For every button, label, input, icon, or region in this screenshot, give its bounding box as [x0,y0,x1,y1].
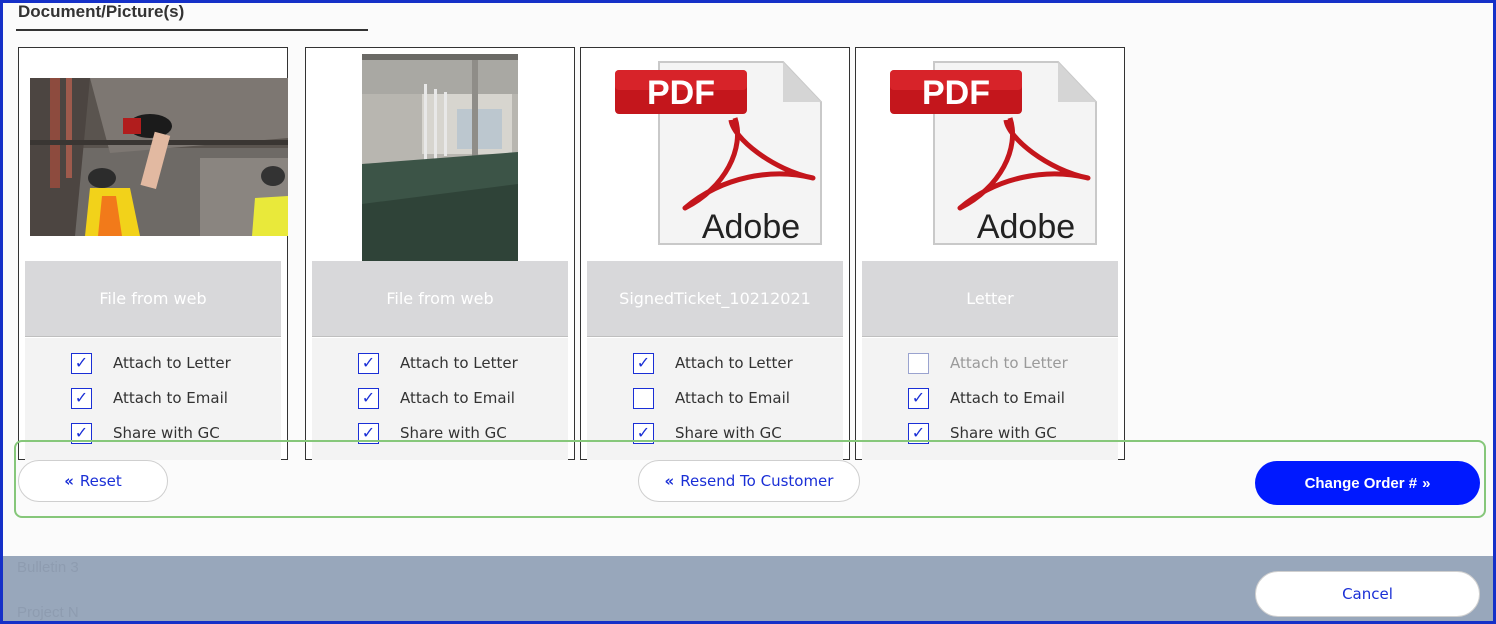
workers-photo-image [30,78,288,236]
reset-button[interactable]: « Reset [18,460,168,502]
pdf-label: PDF [922,74,990,112]
share-with-gc-checkbox[interactable]: ✓ [71,422,92,444]
attachment-options: ✓ Attach to Letter ✓ Attach to Email ✓ S… [312,338,568,460]
attach-to-email-checkbox[interactable]: ✓ [71,387,92,409]
share-with-gc-option[interactable]: ✓ Share with GC [908,422,1057,444]
attachment-caption: File from web [312,261,568,337]
resend-to-customer-button[interactable]: « Resend To Customer [638,460,860,502]
attach-to-email-label: Attach to Email [950,389,1065,407]
attachment-options: Attach to Letter ✓ Attach to Email ✓ Sha… [862,338,1118,460]
photo-thumbnail[interactable] [30,78,288,236]
attach-to-email-option[interactable]: ✓ Attach to Email [908,387,1065,409]
photo-thumbnail[interactable] [362,54,518,261]
double-chevron-left-icon: « [664,472,675,490]
attachment-card[interactable]: File from web ✓ Attach to Letter ✓ Attac… [305,47,575,460]
attach-to-email-checkbox[interactable]: ✓ [908,387,929,409]
attachment-options: ✓ Attach to Letter ✓ Attach to Email ✓ S… [25,338,281,460]
change-order-label: Change Order # [1304,474,1418,492]
adobe-brand-text: Adobe [702,208,800,246]
adobe-brand-text: Adobe [977,208,1075,246]
attach-to-letter-label: Attach to Letter [950,354,1068,372]
attach-to-letter-option[interactable]: ✓ Attach to Letter [633,352,793,374]
attach-to-letter-checkbox [908,352,929,374]
attach-to-letter-checkbox[interactable]: ✓ [358,352,379,374]
share-with-gc-label: Share with GC [675,424,782,442]
pdf-thumbnail[interactable]: PDF Adobe [888,58,1098,248]
attachment-card[interactable]: PDF Adobe Letter Attach to Letter ✓ Atta… [855,47,1125,460]
section-divider [16,29,368,31]
attach-to-letter-option[interactable]: ✓ Attach to Letter [358,352,518,374]
background-text: Project N [17,604,79,621]
attachment-card[interactable]: PDF Adobe SignedTicket_10212021 ✓ Attach… [580,47,850,460]
attachment-caption: Letter [862,261,1118,337]
share-with-gc-label: Share with GC [113,424,220,442]
attach-to-letter-label: Attach to Letter [113,354,231,372]
pdf-thumbnail[interactable]: PDF Adobe [613,58,823,248]
share-with-gc-option[interactable]: ✓ Share with GC [71,422,220,444]
cancel-label: Cancel [1342,585,1393,603]
share-with-gc-option[interactable]: ✓ Share with GC [633,422,782,444]
reset-label: Reset [79,472,122,490]
pdf-file-icon: PDF Adobe [890,61,1097,246]
share-with-gc-label: Share with GC [950,424,1057,442]
attach-to-letter-label: Attach to Letter [675,354,793,372]
share-with-gc-checkbox[interactable]: ✓ [358,422,379,444]
double-chevron-right-icon: » [1422,474,1431,492]
attach-to-letter-option[interactable]: ✓ Attach to Letter [71,352,231,374]
section-title: Document/Picture(s) [18,2,185,21]
background-text: Bulletin 3 [17,559,79,576]
attach-to-email-checkbox[interactable] [633,387,654,409]
attachment-caption: SignedTicket_10212021 [587,261,843,337]
attach-to-letter-option: Attach to Letter [908,352,1068,374]
attachment-options: ✓ Attach to Letter Attach to Email ✓ Sha… [587,338,843,460]
share-with-gc-checkbox[interactable]: ✓ [908,422,929,444]
attach-to-email-label: Attach to Email [675,389,790,407]
attach-to-email-label: Attach to Email [113,389,228,407]
attach-to-letter-label: Attach to Letter [400,354,518,372]
attach-to-email-option[interactable]: ✓ Attach to Email [71,387,228,409]
double-chevron-left-icon: « [64,472,74,490]
resend-label: Resend To Customer [680,472,834,490]
share-with-gc-checkbox[interactable]: ✓ [633,422,654,444]
attach-to-email-label: Attach to Email [400,389,515,407]
cancel-button[interactable]: Cancel [1255,571,1480,617]
attachment-caption: File from web [25,261,281,337]
attach-to-letter-checkbox[interactable]: ✓ [71,352,92,374]
share-with-gc-label: Share with GC [400,424,507,442]
warehouse-photo-image [362,54,518,261]
attach-to-email-option[interactable]: Attach to Email [633,387,790,409]
pdf-label: PDF [647,74,715,112]
change-order-button[interactable]: Change Order # » [1255,461,1480,505]
share-with-gc-option[interactable]: ✓ Share with GC [358,422,507,444]
pdf-file-icon: PDF Adobe [615,61,822,246]
attachment-card[interactable]: File from web ✓ Attach to Letter ✓ Attac… [18,47,288,460]
attach-to-email-option[interactable]: ✓ Attach to Email [358,387,515,409]
attach-to-letter-checkbox[interactable]: ✓ [633,352,654,374]
attach-to-email-checkbox[interactable]: ✓ [358,387,379,409]
